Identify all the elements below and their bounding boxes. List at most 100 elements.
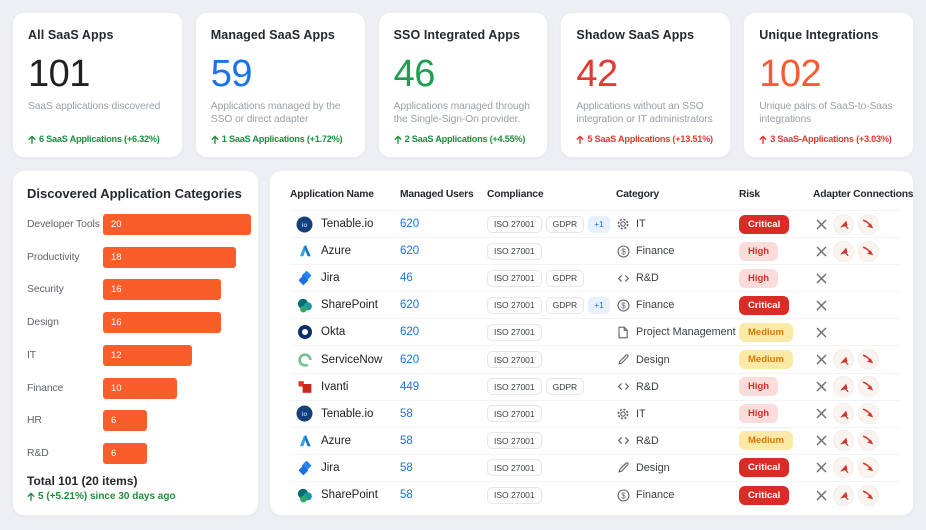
managed-users-value[interactable]: 620 [400, 218, 419, 230]
remove-adapter-icon[interactable] [813, 379, 829, 395]
tool-adapter-icon[interactable] [833, 349, 854, 371]
category-bar: 18 [103, 246, 237, 268]
tool-adapter-icon[interactable] [833, 403, 854, 425]
app-name-cell: Okta [290, 319, 400, 347]
app-name: Azure [321, 245, 352, 258]
remove-adapter-icon[interactable] [813, 324, 829, 340]
remove-adapter-icon[interactable] [813, 487, 829, 503]
tool-adapter-icon[interactable] [833, 484, 854, 506]
code-icon [616, 380, 630, 393]
pen-icon [616, 353, 630, 366]
category-value: 12 [111, 349, 122, 361]
okta-logo-icon [296, 324, 313, 341]
compliance-cell: ISO 27001 [487, 238, 616, 266]
stat-description: SaaS applications discovered [28, 100, 161, 112]
risk-cell: Medium [739, 346, 813, 374]
comet-adapter-icon[interactable] [858, 457, 879, 479]
risk-badge: High [739, 377, 779, 397]
managed-users-cell: 58 [400, 455, 487, 482]
remove-adapter-icon[interactable] [813, 460, 829, 476]
category-row: R&D 6 [27, 442, 244, 464]
managed-users-value[interactable]: 620 [400, 354, 419, 366]
comet-adapter-icon[interactable] [858, 403, 879, 425]
managed-users-value[interactable]: 449 [400, 381, 419, 393]
stat-value: 46 [393, 53, 436, 95]
managed-users-cell: 449 [400, 374, 487, 401]
risk-cell: High [739, 401, 813, 428]
comet-adapter-icon[interactable] [858, 349, 879, 371]
stat-delta: 2 SaaS Applications (+4.55%) [394, 134, 535, 144]
remove-adapter-icon[interactable] [813, 216, 829, 232]
tool-adapter-icon[interactable] [833, 376, 854, 398]
remove-adapter-icon[interactable] [813, 243, 829, 259]
comet-adapter-icon[interactable] [858, 484, 879, 506]
compliance-chip[interactable]: +1 [588, 215, 610, 233]
risk-cell: Medium [739, 428, 813, 455]
stat-description: Applications managed by the SSO or direc… [210, 100, 341, 126]
tool-adapter-icon[interactable] [833, 213, 854, 235]
adapter-connections-cell [813, 319, 899, 347]
managed-users-value[interactable]: 620 [400, 326, 419, 338]
managed-users-value[interactable]: 58 [400, 435, 413, 447]
managed-users-value[interactable]: 58 [400, 489, 413, 501]
compliance-cell: ISO 27001 [487, 319, 616, 347]
dollar-icon: $ [616, 299, 630, 312]
compliance-cell: ISO 27001 [487, 401, 616, 428]
column-header: Compliance [487, 176, 616, 211]
managed-users-cell: 620 [400, 346, 487, 374]
managed-users-cell: 620 [400, 319, 487, 347]
tool-adapter-icon[interactable] [833, 457, 854, 479]
managed-users-value[interactable]: 620 [400, 245, 419, 257]
tool-adapter-icon[interactable] [833, 430, 854, 452]
category-name: Design [636, 461, 670, 474]
managed-users-value[interactable]: 620 [400, 299, 419, 311]
stat-description: Unique pairs of SaaS-to-Saas integration… [759, 100, 893, 126]
comet-adapter-icon[interactable] [858, 240, 879, 262]
remove-adapter-icon[interactable] [813, 270, 829, 286]
compliance-chip: ISO 27001 [487, 215, 542, 233]
app-name-cell: SharePoint [290, 292, 400, 320]
risk-cell: High [739, 374, 813, 401]
category-row: HR 6 [27, 410, 244, 432]
dashboard: All SaaS Apps 101 SaaS applications discov… [0, 0, 926, 530]
remove-adapter-icon[interactable] [813, 297, 829, 313]
adapter-connections-cell [813, 428, 899, 455]
remove-adapter-icon[interactable] [813, 406, 829, 422]
app-name-cell: Jira [290, 455, 400, 482]
managed-users-value[interactable]: 58 [400, 408, 413, 420]
stat-delta: 1 SaaS Applications (+1.72%) [211, 134, 352, 144]
remove-adapter-icon[interactable] [813, 433, 829, 449]
comet-adapter-icon[interactable] [858, 430, 879, 452]
comet-adapter-icon[interactable] [858, 213, 879, 235]
stat-value: 102 [759, 53, 822, 95]
app-name-cell: Jira [290, 265, 400, 293]
svg-text:$: $ [621, 491, 626, 500]
category-value: 16 [111, 284, 122, 296]
category-label: Design [27, 317, 59, 329]
compliance-chip: GDPR [545, 296, 585, 314]
category-value: 10 [111, 382, 122, 394]
comet-adapter-icon[interactable] [858, 376, 879, 398]
column-header: Risk [739, 176, 813, 211]
risk-badge: Medium [739, 431, 793, 451]
category-bar: 12 [103, 344, 192, 366]
compliance-cell: ISO 27001 GDPR +1 [487, 211, 616, 239]
compliance-chip: ISO 27001 [487, 323, 542, 341]
tool-adapter-icon[interactable] [833, 240, 854, 262]
risk-badge: Medium [739, 322, 793, 342]
jira-logo-icon [296, 270, 313, 287]
category-row: Finance 10 [27, 377, 244, 399]
category-value: 18 [111, 251, 122, 263]
up-arrow-icon [394, 135, 402, 144]
managed-users-cell: 46 [400, 265, 487, 293]
remove-adapter-icon[interactable] [813, 352, 829, 368]
doc-icon [616, 326, 630, 339]
categories-title: Discovered Application Categories [27, 186, 242, 201]
category-name: R&D [636, 434, 659, 447]
stat-delta-text: 1 SaaS Applications (+1.72%) [221, 134, 343, 144]
category-bar: 16 [103, 312, 222, 334]
managed-users-value[interactable]: 58 [400, 462, 413, 474]
stat-delta: 6 SaaS Applications (+6.32%) [28, 134, 169, 144]
compliance-chip[interactable]: +1 [588, 296, 610, 314]
managed-users-value[interactable]: 46 [400, 272, 413, 284]
